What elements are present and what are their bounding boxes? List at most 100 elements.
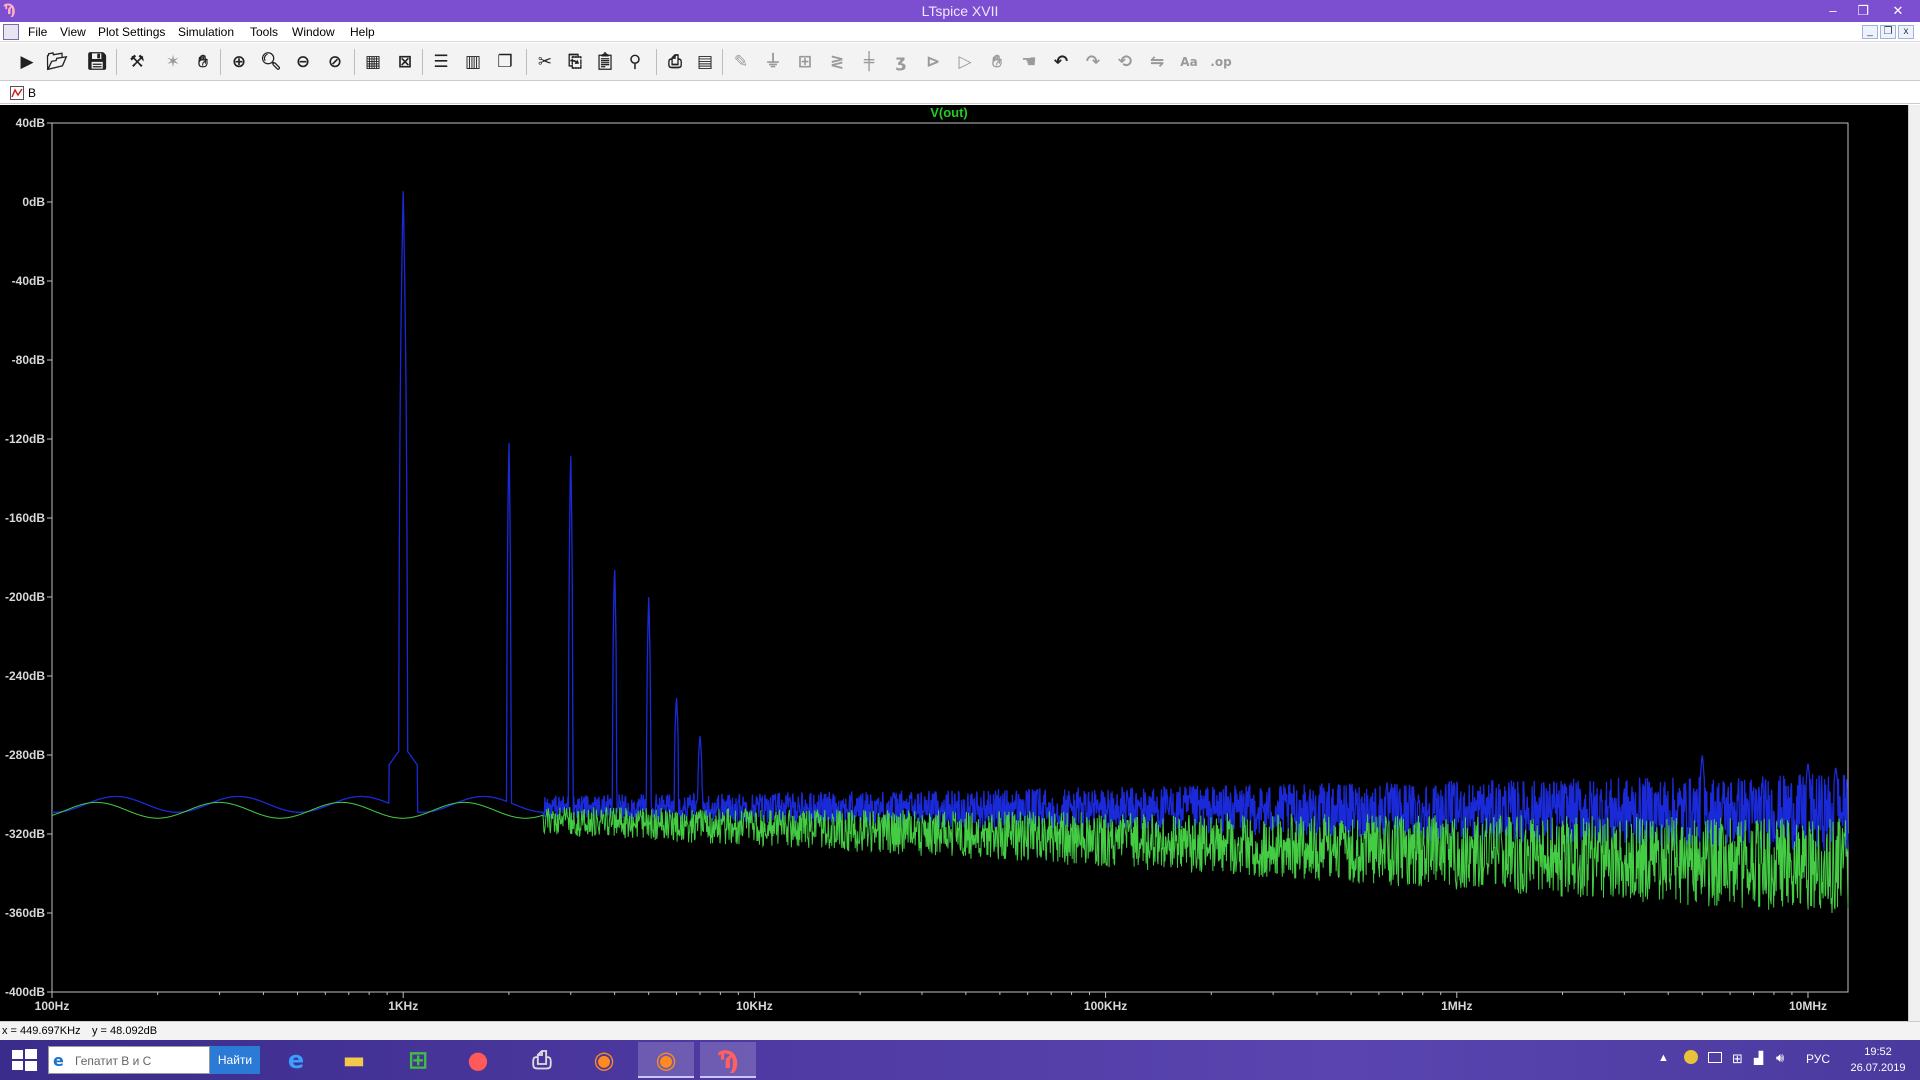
tile-vertical-icon[interactable]: ▥ [460,50,486,74]
signal-tray-icon[interactable]: ▟ [1754,1051,1763,1065]
tile-horizontal-icon[interactable]: ☰ [428,50,454,74]
move-icon[interactable]: ✋︎ [984,50,1010,74]
trace-series-1[interactable] [52,191,1849,852]
x-tick-label: 10MHz [1789,999,1827,1013]
capacitor-icon[interactable]: ╪ [856,50,882,74]
minimize-button[interactable]: – [1818,0,1848,22]
toolbar-separator [656,49,657,75]
mdi-close-button[interactable]: x [1898,25,1914,39]
y-tick-label: -280dB [5,748,45,762]
save-icon[interactable]: 💾︎ [84,50,110,74]
tab-waveform[interactable]: B [6,84,42,102]
y-tick-label: -320dB [5,827,45,841]
rotate-icon[interactable]: ⟲ [1112,50,1138,74]
y-tick-label: -360dB [5,906,45,920]
volume-tray-icon[interactable]: 🔊︎ [1776,1050,1784,1066]
menu-view[interactable]: View [60,25,86,39]
halt-icon[interactable]: ✶ [160,50,186,74]
zoom-fit-icon[interactable]: ⊘ [322,50,348,74]
y-tick-label: -160dB [5,511,45,525]
toolbar-separator [116,49,117,75]
window-title: LTspice XVII [921,3,999,19]
internet-explorer-icon[interactable]: e [268,1042,324,1078]
cut-icon[interactable]: ✂ [532,50,558,74]
label-icon[interactable]: ⊞ [792,50,818,74]
cursor-x-readout: x = 449.697KHz [2,1025,81,1037]
copy-icon[interactable]: ⎘ [562,50,588,74]
clock-date: 26.07.2019 [1850,1062,1906,1074]
close-button[interactable]: ✕ [1880,0,1916,22]
menu-bar: File View Plot Settings Simulation Tools… [0,22,1920,42]
network-tray-icon[interactable]: ⊞ [1732,1051,1743,1067]
mirror-icon[interactable]: ⇋ [1144,50,1170,74]
zoom-out-icon[interactable]: ⊖ [290,50,316,74]
ground-icon[interactable]: ⏚ [760,50,786,74]
waveform-tab-icon [10,86,24,100]
clock-time: 19:52 [1864,1046,1892,1058]
tray-app-icon[interactable] [1684,1050,1698,1064]
undo-icon[interactable]: ↶ [1048,50,1074,74]
menu-window[interactable]: Window [292,25,335,39]
trace-label-vout[interactable]: V(out) [930,105,968,120]
open-icon[interactable]: 📂︎ [44,50,70,74]
toolbar-separator [722,49,723,75]
windows-start-icon[interactable] [10,1048,38,1072]
diode-icon[interactable]: ⊳ [920,50,946,74]
text-icon[interactable]: Aa [1176,50,1202,74]
keyboard-tray-icon[interactable] [1708,1052,1722,1063]
x-tick-label: 10KHz [736,999,773,1013]
plot-frame [51,122,1849,993]
menu-tools[interactable]: Tools [250,25,278,39]
draw-wire-icon[interactable]: ✎ [728,50,754,74]
redo-icon[interactable]: ↷ [1080,50,1106,74]
spice-directive-icon[interactable]: .op [1208,50,1234,74]
printer-app-icon[interactable]: ⎙ [514,1042,570,1078]
find-icon[interactable]: ⚲ [622,50,648,74]
firefox-icon[interactable]: ◉ [576,1042,632,1078]
vertical-scrollbar[interactable] [1908,105,1920,1021]
language-indicator[interactable]: РУС [1806,1052,1830,1066]
trace-series-2[interactable] [51,801,1849,914]
component-icon[interactable]: ▷ [952,50,978,74]
file-explorer-icon[interactable]: ▬ [326,1042,382,1078]
taskbar: e Гепатит В и С Найти e ▬ ⊞ ● ⎙ ◉ ◉ Ϡ ▲ ⊞ ▟ 🔊︎ … [0,1040,1920,1080]
mdi-minimize-button[interactable]: _ [1862,25,1878,39]
print-setup-icon[interactable]: ▤ [692,50,718,74]
inductor-icon[interactable]: ʒ [888,50,914,74]
mdi-restore-button[interactable]: ❐ [1880,25,1896,39]
y-tick-label: -240dB [5,669,45,683]
pan-hand-icon[interactable]: ✋︎ [190,50,216,74]
waveform-plot[interactable]: 40dB 0dB -40dB -80dB -120dB -160dB -200dB -240d… [0,105,1908,1021]
ltspice-icon[interactable]: Ϡ [700,1042,756,1078]
restore-button[interactable]: ❐ [1848,0,1878,22]
paint-icon[interactable]: ● [450,1042,506,1078]
menu-simulation[interactable]: Simulation [178,25,234,39]
y-tick-label: -80dB [12,353,46,367]
menu-help[interactable]: Help [350,25,375,39]
menu-plot-settings[interactable]: Plot Settings [98,25,165,39]
zoom-area-icon[interactable]: 🔍︎ [258,50,284,74]
show-hidden-icons-icon[interactable]: ▲ [1658,1052,1669,1064]
print-icon[interactable]: ⎙ [662,50,688,74]
firefox-icon-2[interactable]: ◉ [638,1042,694,1078]
resistor-icon[interactable]: ≷ [824,50,850,74]
system-tray: ▲ ⊞ ▟ 🔊︎ РУС [1656,1040,1830,1080]
store-icon[interactable]: ⊞ [390,1042,446,1078]
fft-icon[interactable]: ⊠ [392,50,418,74]
y-tick-label: 40dB [16,116,46,130]
zoom-in-icon[interactable]: ⊕ [226,50,252,74]
taskbar-search-input[interactable]: e Гепатит В и С [48,1046,210,1074]
document-menu-icon[interactable] [3,24,19,40]
control-panel-icon[interactable]: ⚒ [124,50,150,74]
plot-canvas[interactable]: 40dB 0dB -40dB -80dB -120dB -160dB -200dB -240d… [0,105,1908,1021]
taskbar-clock[interactable]: 19:52 26.07.2019 [1838,1044,1918,1076]
autorange-icon[interactable]: ▦ [360,50,386,74]
toolbar-separator [422,49,423,75]
drag-icon[interactable]: ☚ [1016,50,1042,74]
run-icon[interactable]: ▶ [14,50,40,74]
toolbar-separator [220,49,221,75]
menu-file[interactable]: File [28,25,47,39]
search-button[interactable]: Найти [210,1046,260,1074]
paste-icon[interactable]: 📋︎ [592,50,618,74]
cascade-icon[interactable]: ❐ [492,50,518,74]
